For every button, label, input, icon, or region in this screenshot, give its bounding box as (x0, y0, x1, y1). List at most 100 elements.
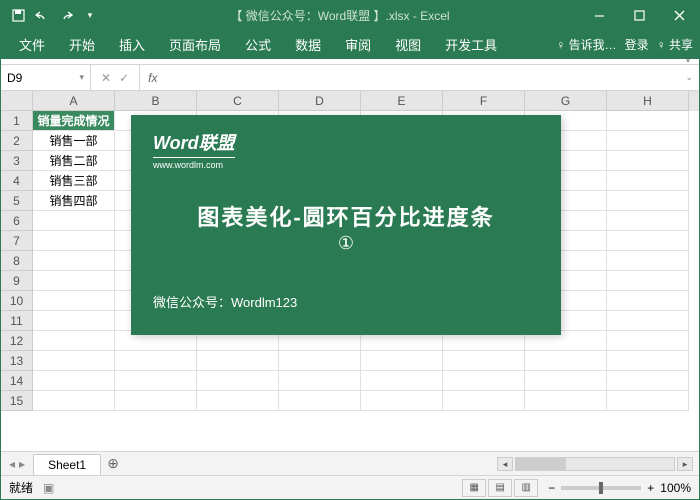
cell[interactable] (525, 371, 607, 391)
enter-formula-icon[interactable]: ✓ (119, 71, 129, 85)
cell[interactable] (197, 371, 279, 391)
zoom-out-button[interactable]: − (548, 481, 555, 495)
maximize-icon[interactable] (619, 1, 659, 29)
col-header[interactable]: B (115, 91, 197, 111)
zoom-slider[interactable] (561, 486, 641, 490)
close-icon[interactable] (659, 1, 699, 29)
row-header[interactable]: 7 (1, 231, 33, 251)
overlay-image[interactable]: Word联盟www.wordlm.com 图表美化-圆环百分比进度条 ① 微信公… (131, 115, 561, 335)
cell[interactable] (525, 391, 607, 411)
tab-view[interactable]: 视图 (383, 29, 433, 60)
share-button[interactable]: ♀ 共享 (657, 36, 693, 53)
cell[interactable] (607, 291, 689, 311)
minimize-icon[interactable] (579, 1, 619, 29)
hscroll-left-icon[interactable]: ◂ (497, 457, 513, 471)
col-header[interactable]: F (443, 91, 525, 111)
cell[interactable] (443, 391, 525, 411)
cell[interactable] (607, 211, 689, 231)
cell[interactable] (607, 231, 689, 251)
cell[interactable] (33, 271, 115, 291)
macro-rec-icon[interactable]: ▣ (43, 481, 54, 495)
cell[interactable] (361, 351, 443, 371)
tab-data[interactable]: 数据 (283, 29, 333, 60)
cell[interactable] (33, 291, 115, 311)
view-normal-icon[interactable]: ▦ (462, 479, 486, 497)
cell[interactable] (197, 391, 279, 411)
name-box[interactable]: D9▾ (1, 65, 91, 90)
tab-review[interactable]: 审阅 (333, 29, 383, 60)
hscroll-thumb[interactable] (516, 458, 566, 470)
col-header[interactable]: G (525, 91, 607, 111)
sheet-nav-prev-icon[interactable]: ◂ (9, 457, 15, 471)
tab-formulas[interactable]: 公式 (233, 29, 283, 60)
col-header[interactable]: H (607, 91, 689, 111)
cell[interactable] (607, 371, 689, 391)
select-all-corner[interactable] (1, 91, 33, 111)
cell[interactable] (361, 371, 443, 391)
cell[interactable] (115, 371, 197, 391)
cell[interactable] (361, 391, 443, 411)
cell[interactable] (443, 371, 525, 391)
cell[interactable] (607, 111, 689, 131)
view-pagebreak-icon[interactable]: ▥ (514, 479, 538, 497)
cell[interactable] (607, 251, 689, 271)
tab-home[interactable]: 开始 (57, 29, 107, 60)
cell[interactable] (33, 211, 115, 231)
row-header[interactable]: 2 (1, 131, 33, 151)
cell[interactable] (607, 331, 689, 351)
cell[interactable] (197, 351, 279, 371)
cell[interactable] (279, 391, 361, 411)
redo-icon[interactable] (55, 4, 77, 26)
cell[interactable] (115, 351, 197, 371)
cell[interactable] (525, 351, 607, 371)
row-header[interactable]: 9 (1, 271, 33, 291)
col-header[interactable]: A (33, 91, 115, 111)
row-header[interactable]: 3 (1, 151, 33, 171)
col-header[interactable]: C (197, 91, 279, 111)
cell[interactable] (607, 131, 689, 151)
save-icon[interactable] (7, 4, 29, 26)
cell[interactable] (443, 351, 525, 371)
col-header[interactable]: D (279, 91, 361, 111)
row-header[interactable]: 11 (1, 311, 33, 331)
tellme-button[interactable]: ♀ 告诉我… (556, 36, 616, 53)
cell[interactable]: 销量完成情况 (33, 111, 115, 131)
cell[interactable] (33, 251, 115, 271)
row-header[interactable]: 6 (1, 211, 33, 231)
chevron-down-icon[interactable]: ▾ (79, 72, 84, 83)
cell[interactable]: 销售二部 (33, 151, 115, 171)
cancel-formula-icon[interactable]: ✕ (101, 71, 111, 85)
ribbon-collapse-icon[interactable]: ˅ (685, 55, 691, 66)
row-header[interactable]: 14 (1, 371, 33, 391)
col-header[interactable]: E (361, 91, 443, 111)
hscroll-right-icon[interactable]: ▸ (677, 457, 693, 471)
cell[interactable] (607, 271, 689, 291)
cell[interactable] (33, 331, 115, 351)
undo-icon[interactable] (31, 4, 53, 26)
cell[interactable] (607, 171, 689, 191)
cell[interactable]: 销售一部 (33, 131, 115, 151)
cell[interactable] (33, 311, 115, 331)
tab-file[interactable]: 文件 (7, 29, 57, 60)
qat-dropdown-icon[interactable]: ▾ (79, 4, 101, 26)
signin-button[interactable]: 登录 (625, 36, 649, 53)
cell[interactable] (279, 371, 361, 391)
cell[interactable] (33, 371, 115, 391)
add-sheet-button[interactable]: ⊕ (101, 455, 125, 472)
cell[interactable] (115, 391, 197, 411)
row-header[interactable]: 4 (1, 171, 33, 191)
row-header[interactable]: 13 (1, 351, 33, 371)
row-header[interactable]: 12 (1, 331, 33, 351)
cell[interactable] (607, 191, 689, 211)
row-header[interactable]: 15 (1, 391, 33, 411)
tab-insert[interactable]: 插入 (107, 29, 157, 60)
cell[interactable] (607, 391, 689, 411)
cell[interactable] (607, 351, 689, 371)
sheet-tab[interactable]: Sheet1 (33, 454, 101, 475)
row-header[interactable]: 10 (1, 291, 33, 311)
row-header[interactable]: 1 (1, 111, 33, 131)
cell[interactable]: 销售三部 (33, 171, 115, 191)
cell[interactable] (33, 391, 115, 411)
cell[interactable] (607, 151, 689, 171)
sheet-nav-next-icon[interactable]: ▸ (19, 457, 25, 471)
